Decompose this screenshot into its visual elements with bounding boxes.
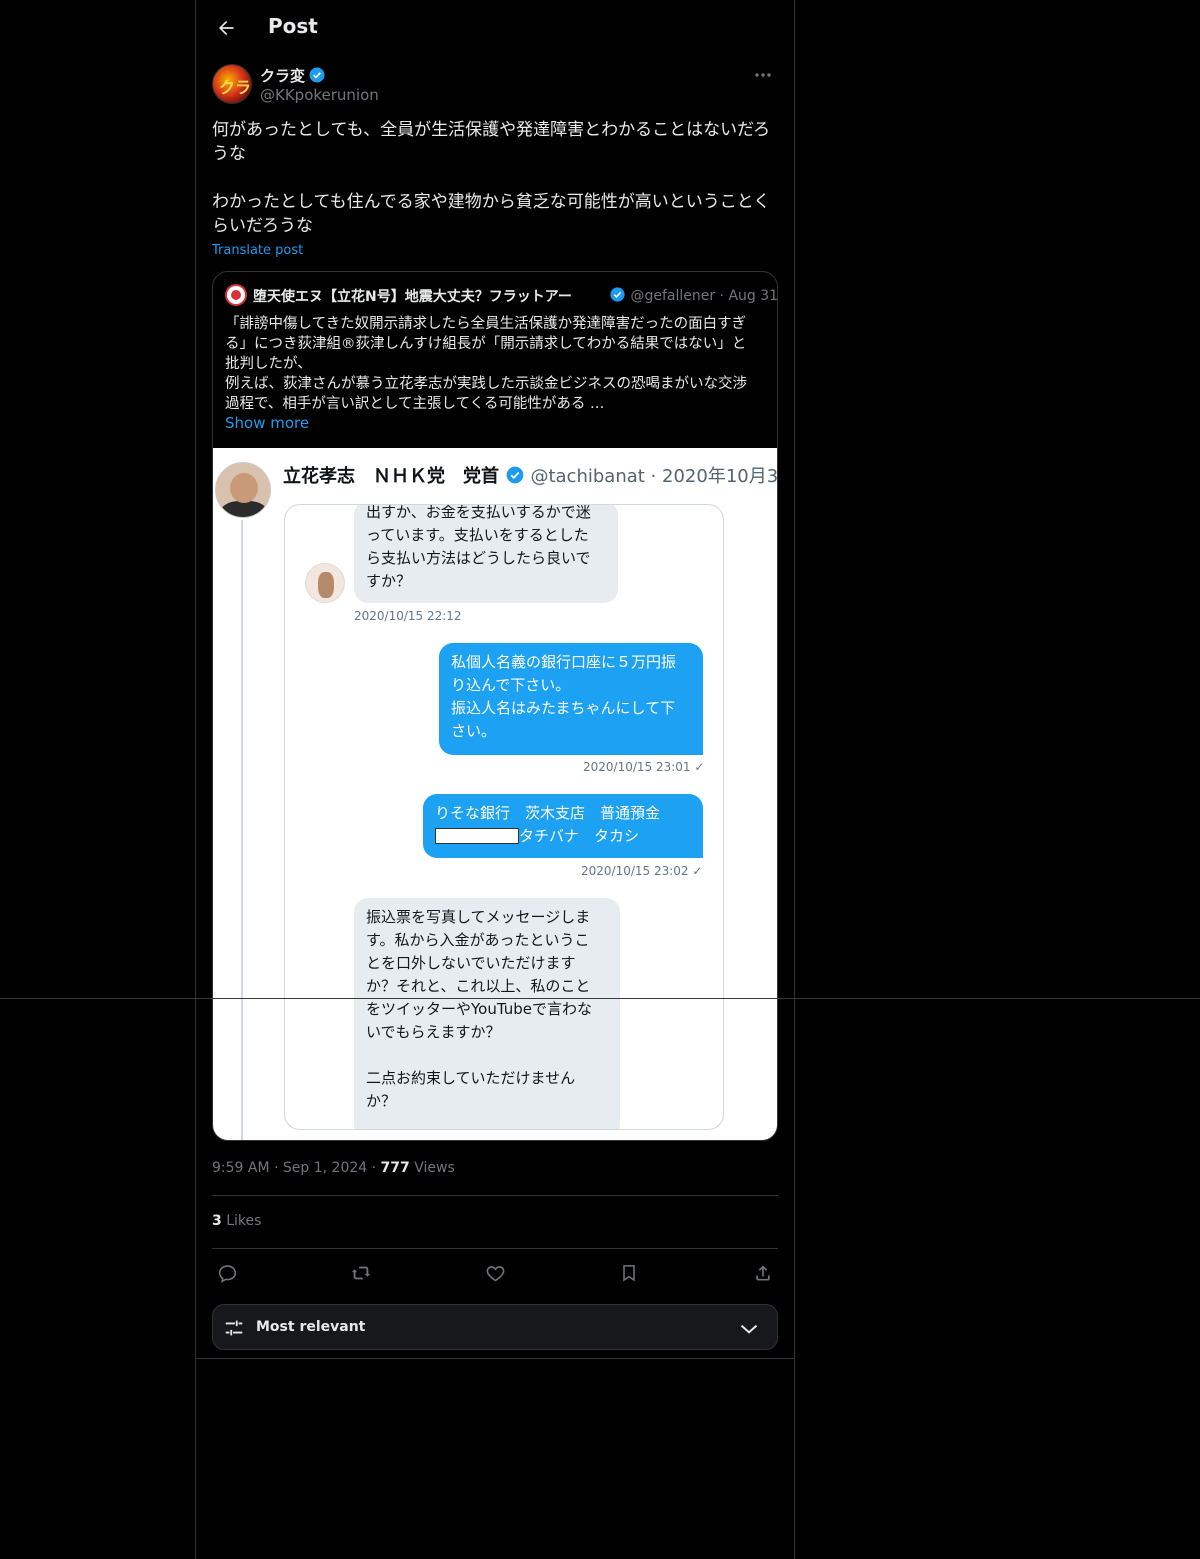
quoted-post-image[interactable]: 立花孝志 ＮＨＫ党 党首 @tachibanat · 2020年10月31日 出… (213, 448, 778, 1140)
views-count: 777 (380, 1160, 410, 1176)
quoted-post-text: 「誹謗中傷してきた奴開示請求したら全員生活保護か発達障害だったの面白すぎ る」に… (225, 314, 770, 414)
post-timestamp: 9:59 AM · Sep 1, 2024 · 777 Views (212, 1160, 455, 1176)
message-timestamp: 2020/10/15 23:01 ✓ (583, 760, 705, 774)
show-more-link[interactable]: Show more (225, 414, 309, 432)
quoted-post-header: 堕天使エヌ【立花N号】地震大丈夫？フラットアー @gefallener · Au… (225, 284, 777, 306)
message-timestamp: 2020/10/15 23:02 ✓ (581, 864, 703, 878)
more-options-button[interactable] (748, 64, 778, 86)
post-text-line: うな (212, 144, 246, 164)
sliders-icon (225, 1320, 243, 1336)
dm-screenshot: 出すか、お金を支払いするかで迷 っています。支払いをするとした ら支払い方法はど… (284, 504, 724, 1130)
reply-button[interactable] (212, 1258, 242, 1288)
author-name[interactable]: クラ変 (260, 67, 305, 85)
author-avatar[interactable]: クラ (212, 64, 252, 104)
verified-badge-icon (610, 287, 625, 302)
post-text-line: わかったとしても住んでる家や建物から貧乏な可能性が高いということく (212, 192, 771, 212)
thread-line (241, 520, 243, 1140)
message-bubble: 出すか、お金を支払いするかで迷 っています。支払いをするとした ら支払い方法はど… (354, 505, 618, 603)
likes-link[interactable]: 3 Likes (212, 1213, 261, 1229)
sort-label: Most relevant (256, 1319, 366, 1335)
arrow-left-icon (219, 20, 234, 36)
quoted-author-name: 堕天使エヌ【立花N号】地震大丈夫？フラットアー (253, 289, 572, 305)
chevron-down-icon (740, 1324, 758, 1334)
screenshot-author-name: 立花孝志 ＮＨＫ党 党首 (283, 466, 499, 487)
message-bubble: りそな銀行 茨木支店 普通預金 タチバナ タカシ (423, 794, 703, 858)
replies-sort-dropdown[interactable]: Most relevant (212, 1304, 778, 1350)
post-text: 何があったとしても、全員が生活保護や発達障害とわかることはないだろ うな わかっ… (212, 118, 778, 238)
action-bar (212, 1258, 778, 1288)
divider (212, 1248, 778, 1249)
quoted-author-handle: @gefallener (630, 288, 716, 304)
quoted-text-line: 例えば、荻津さんが慕う立花孝志が実践した示談金ビジネスの恐喝まがいな交渉 (225, 376, 747, 392)
author-handle[interactable]: @KKpokerunion (260, 86, 379, 104)
avatar-logo-text: クラ (219, 78, 252, 97)
screenshot-date: · 2020年10月31日 (650, 466, 778, 487)
quoted-author-avatar[interactable] (225, 284, 247, 306)
reply-icon (218, 1264, 236, 1283)
verified-badge-icon (506, 466, 524, 484)
page-title: Post (268, 14, 318, 38)
quoted-post[interactable]: 堕天使エヌ【立花N号】地震大丈夫？フラットアー @gefallener · Au… (212, 271, 778, 1141)
verified-badge-icon (309, 67, 325, 83)
post-text-line: らいだろうな (212, 216, 313, 236)
more-horizontal-icon (755, 73, 771, 77)
bookmark-icon (623, 1265, 635, 1282)
post-text-line: 何があったとしても、全員が生活保護や発達障害とわかることはないだろ (212, 120, 771, 140)
views-label: Views (414, 1160, 455, 1176)
quoted-text-line: 批判したが、 (225, 356, 312, 372)
translate-post-link[interactable]: Translate post (212, 243, 303, 258)
header: Post (196, 0, 794, 55)
quoted-post-date: Aug 31 (728, 288, 778, 304)
divider (212, 1195, 778, 1196)
back-button[interactable] (212, 14, 240, 42)
likes-label: Likes (226, 1213, 262, 1229)
screenshot-author-avatar (215, 462, 271, 518)
post-time[interactable]: 9:59 AM (212, 1160, 270, 1176)
quoted-text-line: る」につき荻津組®荻津しんすけ組長が「開示請求してわかる結果ではない」と (225, 336, 747, 352)
post-author: クラ クラ変 @KKpokerunion (212, 64, 778, 108)
bookmark-button[interactable] (614, 1258, 644, 1288)
share-button[interactable] (748, 1258, 778, 1288)
page-break-line (0, 998, 1200, 999)
screenshot-header: 立花孝志 ＮＨＫ党 党首 @tachibanat · 2020年10月31日 (283, 462, 778, 488)
message-bubble: 振込票を写真してメッセージしま す。私から入金があったというこ とを口外しないで… (354, 898, 620, 1129)
likes-count: 3 (212, 1213, 222, 1229)
redacted-box (435, 828, 519, 844)
quoted-text-line: 「誹謗中傷してきた奴開示請求したら全員生活保護か発達障害だったの面白すぎ (225, 316, 747, 332)
share-icon (756, 1265, 770, 1281)
message-timestamp: 2020/10/15 22:12 (354, 609, 462, 623)
like-button[interactable] (480, 1258, 510, 1288)
repost-button[interactable] (346, 1258, 376, 1288)
repost-icon (351, 1266, 371, 1280)
main-column: Post クラ クラ変 @KKpokerunion 何があったとしても、全員が生… (195, 0, 795, 1559)
screenshot-handle: @tachibanat (530, 466, 645, 487)
heart-icon (486, 1265, 504, 1281)
divider (196, 1358, 794, 1359)
quoted-text-line: 過程で、相手が言い訳として主張してくる可能性がある … (225, 396, 605, 412)
post-date[interactable]: Sep 1, 2024 (283, 1160, 367, 1176)
dm-sender-avatar (305, 563, 345, 603)
message-bubble: 私個人名義の銀行口座に５万円振 り込んで下さい。 振込人名はみたまちゃんにして下… (439, 643, 703, 755)
